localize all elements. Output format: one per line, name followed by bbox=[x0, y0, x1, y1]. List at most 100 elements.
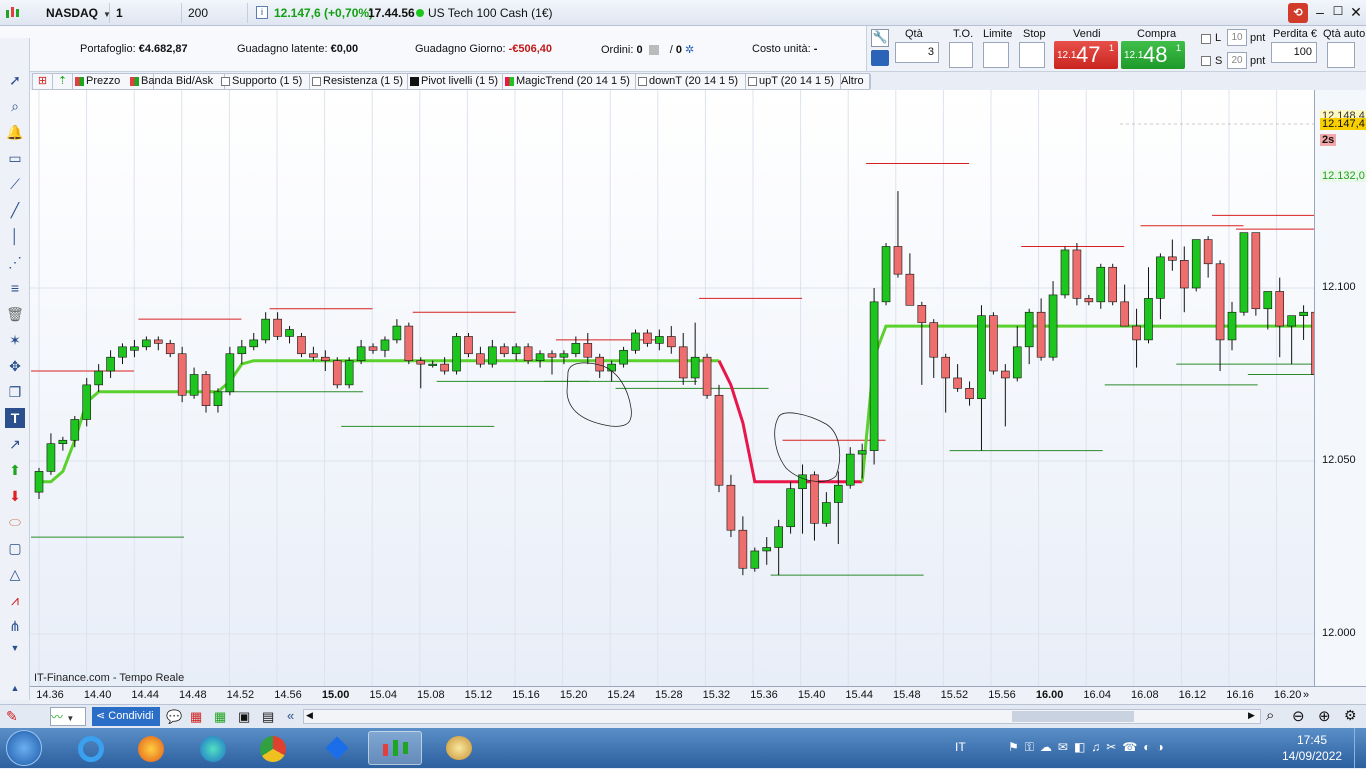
window-icon[interactable]: ▣ bbox=[238, 709, 250, 725]
gear-icon[interactable]: ✲ bbox=[685, 44, 694, 56]
indicator-pivot[interactable]: Pivot livelli (1 5) bbox=[408, 74, 503, 89]
scroll-time-right-icon[interactable]: » bbox=[1303, 689, 1309, 701]
taskbar-firefox-icon[interactable] bbox=[124, 731, 178, 765]
buy-button[interactable]: 12.1 48 1 bbox=[1121, 41, 1185, 69]
price-chart[interactable]: IT-Finance.com - Tempo Reale bbox=[30, 90, 1314, 686]
ruler-icon[interactable]: ▭ bbox=[5, 148, 25, 168]
clock-date[interactable]: 14/09/2022 bbox=[1282, 749, 1342, 763]
stop-button[interactable] bbox=[1019, 42, 1045, 68]
limit-button[interactable] bbox=[983, 42, 1009, 68]
zoom-in-icon[interactable]: ⊕ bbox=[1318, 707, 1331, 725]
zoom-out-icon[interactable]: ⊖ bbox=[1292, 707, 1305, 725]
trash-icon[interactable]: 🗑 bbox=[5, 304, 25, 324]
stop-checkbox[interactable] bbox=[1201, 56, 1211, 66]
layout-icon[interactable]: ▦ bbox=[190, 709, 202, 725]
cursor-icon[interactable]: ➚ bbox=[5, 70, 25, 90]
language-indicator[interactable]: IT bbox=[955, 740, 966, 754]
limit-points-input[interactable]: 10 bbox=[1227, 29, 1247, 46]
scroll-left-icon[interactable]: ◀ bbox=[306, 710, 313, 721]
add-indicator-button[interactable]: ⊞ bbox=[33, 74, 53, 89]
taskbar-trading-app-icon[interactable] bbox=[368, 731, 422, 765]
taskbar-ie-icon[interactable] bbox=[64, 731, 118, 765]
to-button[interactable] bbox=[949, 42, 973, 68]
collapse-icon[interactable]: « bbox=[287, 708, 294, 723]
indicator-magictrend[interactable]: MagicTrend (20 14 1 5) bbox=[503, 74, 636, 89]
move-icon[interactable]: ✥ bbox=[5, 356, 25, 376]
candle-body bbox=[142, 339, 151, 348]
support-swatch bbox=[221, 77, 230, 86]
pitchfork-icon[interactable]: ⋔ bbox=[5, 616, 25, 636]
scroll-right-icon[interactable]: ▶ bbox=[1248, 710, 1255, 721]
candle-body bbox=[762, 547, 772, 552]
indicator-resistance[interactable]: Resistenza (1 5) bbox=[310, 74, 408, 89]
drawing-pen-icon[interactable]: ✎ bbox=[6, 708, 18, 725]
rectangle-icon[interactable]: ▢ bbox=[5, 538, 25, 558]
ellipse-icon[interactable]: ⬭ bbox=[5, 512, 25, 532]
buy-arrow-icon[interactable]: ⬆ bbox=[5, 460, 25, 480]
arrow-icon[interactable]: ↗ bbox=[5, 434, 25, 454]
sell-button[interactable]: 12.1 47 1 bbox=[1054, 41, 1118, 69]
qty-input[interactable]: 3 bbox=[895, 42, 939, 63]
alarm-bell-icon[interactable]: 🔔 bbox=[5, 122, 25, 142]
orders-list-icon[interactable] bbox=[648, 45, 659, 56]
taskbar-edge-icon[interactable] bbox=[186, 731, 240, 765]
picture-icon[interactable]: ▤ bbox=[262, 709, 274, 725]
start-button[interactable] bbox=[6, 730, 42, 766]
close-button[interactable]: ✕ bbox=[1348, 4, 1364, 20]
timeframe-dropdown[interactable]: 1 minuto▼ bbox=[110, 3, 182, 40]
share-button[interactable]: ⋖ Condividi bbox=[92, 707, 160, 726]
windows-taskbar: IT ⚑⚿☁✉◧♫✂☎◐◑ 17:45 14/09/2022 bbox=[0, 728, 1366, 768]
zoom-fit-icon[interactable]: ⌕ bbox=[1266, 707, 1274, 724]
triangle-icon[interactable]: △ bbox=[5, 564, 25, 584]
expand-button[interactable]: ⇡ bbox=[53, 74, 73, 89]
chat-icon[interactable]: 💬 bbox=[166, 709, 182, 725]
channel-icon[interactable]: ⋰ bbox=[5, 252, 25, 272]
indicator-more[interactable]: Altro bbox=[837, 74, 871, 89]
taskbar-chrome-icon[interactable] bbox=[246, 731, 300, 765]
calculator-icon[interactable] bbox=[871, 50, 889, 66]
clock-time[interactable]: 17:45 bbox=[1297, 733, 1327, 747]
zoom-icon[interactable]: ⌕ bbox=[5, 96, 25, 116]
auto-qty-button[interactable] bbox=[1327, 42, 1355, 68]
scroll-up-icon[interactable]: ▲ bbox=[5, 678, 25, 698]
grid-icon[interactable]: ▦ bbox=[214, 709, 226, 725]
price-axis[interactable]: 12.100 12.050 12.000 12.148,4 12.147,4 2s 12.1… bbox=[1314, 90, 1366, 686]
scroll-thumb[interactable] bbox=[1012, 711, 1134, 722]
indicator-icon[interactable]: ⩘ bbox=[5, 590, 25, 610]
loss-input[interactable]: 100 bbox=[1271, 42, 1317, 63]
candle-body bbox=[1179, 260, 1189, 289]
vertical-line-icon[interactable]: │ bbox=[5, 226, 25, 246]
taskbar-dropbox-icon[interactable] bbox=[310, 731, 364, 765]
units-dropdown[interactable]: 200 unità▼ bbox=[182, 3, 248, 40]
time-axis[interactable]: 14.36 14.40 14.44 14.48 14.52 14.56 15.00 15.04… bbox=[30, 686, 1366, 704]
buy-label: Compra bbox=[1137, 28, 1177, 40]
horizontal-scrollbar[interactable]: ◀ ▶ bbox=[303, 709, 1261, 724]
candle-body bbox=[977, 315, 986, 400]
chart-settings-icon[interactable]: ⚙ bbox=[1344, 707, 1357, 724]
segment-icon[interactable]: ⟋ bbox=[5, 174, 25, 194]
maximize-button[interactable]: ☐ bbox=[1330, 4, 1346, 20]
fibonacci-icon[interactable]: ≡ bbox=[5, 278, 25, 298]
taskbar-paint-icon[interactable] bbox=[432, 731, 486, 765]
show-desktop-button[interactable] bbox=[1354, 728, 1366, 768]
indicator-support[interactable]: Supporto (1 5) bbox=[219, 74, 310, 89]
tray-icons[interactable]: ⚑⚿☁✉◧♫✂☎◐◑ bbox=[1008, 740, 1170, 755]
text-icon[interactable]: T bbox=[5, 408, 25, 428]
symbol-dropdown[interactable]: NASDAQ ▼ bbox=[40, 3, 111, 23]
wrench-icon[interactable]: 🔧 bbox=[871, 29, 889, 47]
indicator-downt[interactable]: downT (20 14 1 5) bbox=[636, 74, 746, 89]
sell-arrow-icon[interactable]: ⬇ bbox=[5, 486, 25, 506]
scroll-down-icon[interactable]: ▼ bbox=[5, 638, 25, 658]
info-icon[interactable]: i bbox=[256, 6, 268, 19]
chart-type-dropdown[interactable]: 〰 ▼ bbox=[50, 707, 86, 726]
indicator-upt[interactable]: upT (20 14 1 5) bbox=[746, 74, 841, 89]
stop-points-input[interactable]: 20 bbox=[1227, 52, 1247, 69]
chart-canvas[interactable] bbox=[30, 90, 1314, 686]
time-tick-label: 15.20 bbox=[559, 689, 588, 701]
magic-wand-icon[interactable]: ✶ bbox=[5, 330, 25, 350]
indicator-bid-ask[interactable]: Banda Bid/Ask bbox=[128, 74, 225, 89]
copy-icon[interactable]: ❐ bbox=[5, 382, 25, 402]
limit-checkbox[interactable] bbox=[1201, 34, 1211, 44]
minimize-button[interactable]: – bbox=[1312, 4, 1328, 20]
line-icon[interactable]: ╱ bbox=[5, 200, 25, 220]
